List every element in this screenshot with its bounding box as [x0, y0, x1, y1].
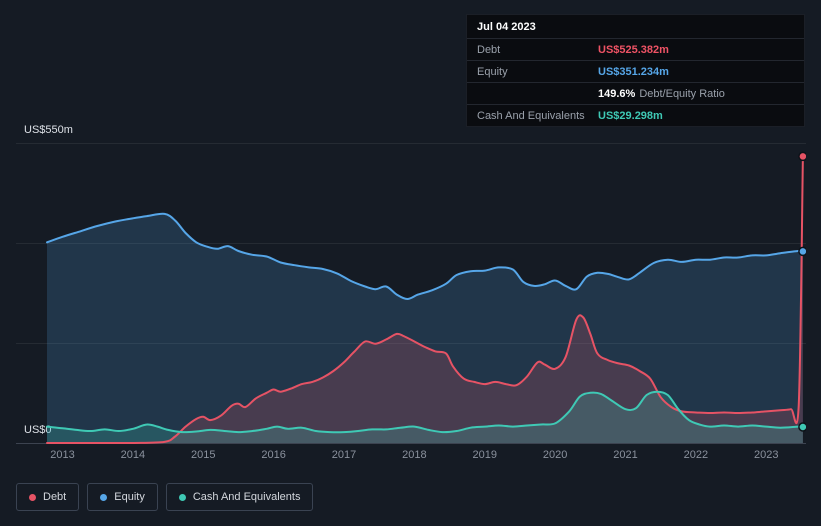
- x-tick-label-2019: 2019: [472, 449, 498, 461]
- legend-label-cash: Cash And Equivalents: [192, 491, 301, 503]
- equity-dot-icon: [100, 493, 108, 501]
- ratio-percent: 149.6%: [598, 87, 636, 100]
- x-tick-label-2016: 2016: [261, 449, 286, 461]
- legend-item-cash[interactable]: Cash And Equivalents: [165, 483, 314, 511]
- legend-item-debt[interactable]: Debt: [16, 483, 80, 511]
- tooltip-date: Jul 04 2023: [467, 15, 804, 38]
- tooltip-cash-label: Cash And Equivalents: [477, 109, 585, 122]
- debt-endpoint-dot[interactable]: [798, 151, 806, 162]
- x-axis: 2013 2014 2015 2016 2017 2018 2019 2020 2021 2022…: [0, 449, 821, 465]
- tooltip-equity-label: Equity: [477, 65, 508, 78]
- legend-label-equity: Equity: [114, 491, 145, 503]
- tooltip-ratio-value: 149.6% Debt/Equity Ratio: [598, 88, 725, 100]
- x-tick-label-2014: 2014: [120, 449, 146, 461]
- x-tick-label-2023: 2023: [754, 449, 779, 461]
- y-axis-label-max: US$550m: [24, 124, 73, 136]
- tooltip-date-text: Jul 04 2023: [477, 20, 536, 33]
- legend-label-debt: Debt: [43, 491, 67, 503]
- tooltip-cash-row: Cash And Equivalents US$29.298m: [467, 104, 804, 126]
- tooltip-equity-row: Equity US$351.234m: [467, 60, 804, 82]
- tooltip-debt-label: Debt: [477, 43, 501, 56]
- chart-tooltip: Jul 04 2023 Debt US$525.382m Equity US$3…: [466, 14, 805, 127]
- cash-dot-icon: [178, 493, 186, 501]
- tooltip-cash-value: US$29.298m: [598, 109, 663, 122]
- x-tick-label-2017: 2017: [331, 449, 357, 461]
- x-tick-label-2015: 2015: [190, 449, 216, 461]
- tooltip-equity-value: US$351.234m: [598, 65, 669, 78]
- tooltip-ratio-row: 149.6% Debt/Equity Ratio: [467, 82, 804, 104]
- equity-endpoint-dot[interactable]: [798, 246, 806, 257]
- ratio-label: Debt/Equity Ratio: [639, 87, 725, 100]
- x-tick-label-2021: 2021: [613, 449, 638, 461]
- x-tick-label-2013: 2013: [50, 449, 75, 461]
- debt-dot-icon: [29, 493, 36, 501]
- chart-legend: Debt Equity Cash And Equivalents: [16, 483, 314, 511]
- cash-and-equivalents-endpoint-dot[interactable]: [798, 422, 806, 432]
- x-tick-label-2020: 2020: [542, 449, 568, 461]
- debt-equity-area-chart[interactable]: [16, 143, 806, 451]
- tooltip-debt-row: Debt US$525.382m: [467, 38, 804, 60]
- x-tick-label-2018: 2018: [402, 449, 427, 461]
- legend-item-equity[interactable]: Equity: [87, 483, 158, 511]
- tooltip-debt-value: US$525.382m: [598, 43, 669, 56]
- x-tick-label-2022: 2022: [683, 449, 709, 461]
